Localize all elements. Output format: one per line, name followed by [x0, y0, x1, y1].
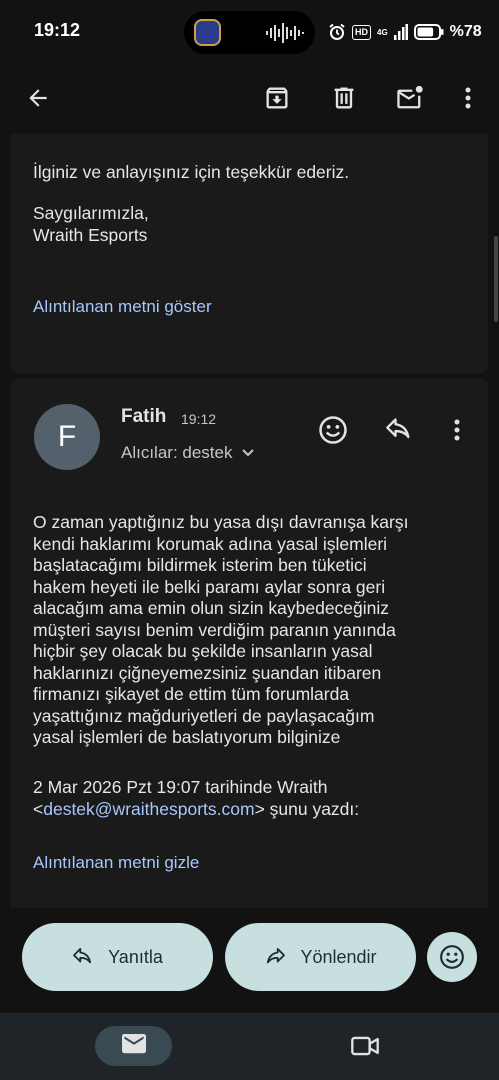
nav-meet-tab[interactable]	[348, 1030, 382, 1062]
sender-name[interactable]: Fatih	[121, 406, 166, 428]
delete-icon	[334, 87, 354, 109]
body-line: alacağım ama emin olun sizin kaybedeceği…	[33, 598, 390, 618]
battery-icon	[413, 24, 444, 40]
bottom-navigation	[0, 1013, 499, 1080]
network-type: 4G	[377, 27, 388, 37]
delete-button[interactable]	[324, 78, 364, 118]
archive-icon	[266, 87, 288, 109]
body-line: firmanızı şikayet de ettim tüm forumlard…	[33, 684, 350, 704]
recipients-label: Alıcılar: destek	[121, 443, 233, 462]
emoji-icon	[319, 416, 347, 444]
status-bar: 19:12 HD 4G %78	[0, 0, 499, 64]
body-line: yasal işlemleri de baslatıyorum bilginiz…	[33, 727, 341, 747]
recipients-toggle[interactable]: Alıcılar: destek	[121, 443, 255, 463]
add-reaction-button[interactable]	[314, 411, 352, 449]
mark-unread-icon	[397, 85, 423, 109]
message-time: 19:12	[181, 411, 217, 427]
nav-mail-tab[interactable]	[95, 1026, 172, 1066]
quote-wrote: > şunu yazdı:	[254, 799, 360, 819]
previous-message-signature: Wraith Esports	[33, 225, 148, 245]
previous-message-signoff: Saygılarımızla,	[33, 203, 149, 223]
message-body: O zaman yaptığınız bu yasa dışı davranış…	[33, 512, 408, 749]
status-icons: HD 4G %78	[328, 20, 482, 44]
body-line: kendi haklarımı korumak adına yasal işle…	[33, 533, 388, 554]
forward-icon	[267, 948, 286, 964]
quote-email-link[interactable]: destek@wraithesports.com	[43, 799, 254, 819]
more-options-button[interactable]	[452, 78, 484, 118]
reply-icon	[73, 948, 92, 964]
quote-bracket-open: <	[33, 799, 44, 819]
hd-badge: HD	[352, 24, 371, 40]
more-vert-icon	[454, 419, 460, 441]
audio-wave-icon	[266, 23, 304, 43]
dynamic-island	[184, 11, 315, 54]
media-app-icon	[194, 19, 221, 46]
hide-quoted-text-link[interactable]: Alıntılanan metni gizle	[33, 853, 199, 873]
mail-icon	[121, 1034, 146, 1054]
reply-button[interactable]: Yanıtla	[22, 923, 213, 991]
app-bar	[0, 64, 499, 134]
status-time: 19:12	[34, 20, 81, 40]
signal-icon	[393, 24, 408, 40]
reply-icon	[386, 418, 410, 439]
show-quoted-text-link[interactable]: Alıntılanan metni göster	[33, 297, 212, 317]
archive-button[interactable]	[257, 78, 297, 118]
forward-button[interactable]: Yönlendir	[225, 923, 416, 991]
react-button[interactable]	[427, 932, 477, 982]
body-line: hiçbir şey olacak bu şekilde insanların …	[33, 641, 373, 661]
mark-unread-button[interactable]	[390, 78, 430, 118]
back-button[interactable]	[18, 78, 58, 118]
more-vert-icon	[465, 87, 471, 109]
body-line: haklarınızı çiğneyemezsiniz şuandan itib…	[33, 662, 382, 683]
reply-icon-button[interactable]	[380, 411, 418, 449]
battery-percent: %78	[449, 23, 482, 40]
body-line: O zaman yaptığınız bu yasa dışı davranış…	[33, 512, 409, 532]
emoji-icon	[440, 945, 464, 969]
previous-message-thanks: İlginiz ve anlayışınız için teşekkür ede…	[33, 162, 350, 182]
body-line: hakem heyeti ile belki paramı aylar sonr…	[33, 576, 386, 597]
body-line: başlatacağımı bildirmek isterim ben tüke…	[33, 555, 367, 575]
quote-header-from: <destek@wraithesports.com> şunu yazdı:	[33, 799, 359, 821]
quote-header: 2 Mar 2026 Pzt 19:07 tarihinde Wraith	[33, 777, 328, 797]
video-camera-icon	[351, 1036, 379, 1056]
message-more-button[interactable]	[443, 411, 471, 449]
forward-label: Yönlendir	[300, 946, 377, 967]
body-line: müşteri sayısı benim verdiğim paranın ya…	[33, 619, 396, 640]
back-arrow-icon	[29, 89, 47, 107]
reply-label: Yanıtla	[108, 946, 163, 967]
body-line: yaşattığınız mağduriyetleri de paylaşaca…	[33, 705, 375, 726]
alarm-icon	[329, 23, 345, 40]
scrollbar-thumb[interactable]	[494, 236, 498, 322]
chevron-down-icon	[241, 449, 254, 457]
sender-avatar[interactable]: F	[34, 404, 100, 470]
